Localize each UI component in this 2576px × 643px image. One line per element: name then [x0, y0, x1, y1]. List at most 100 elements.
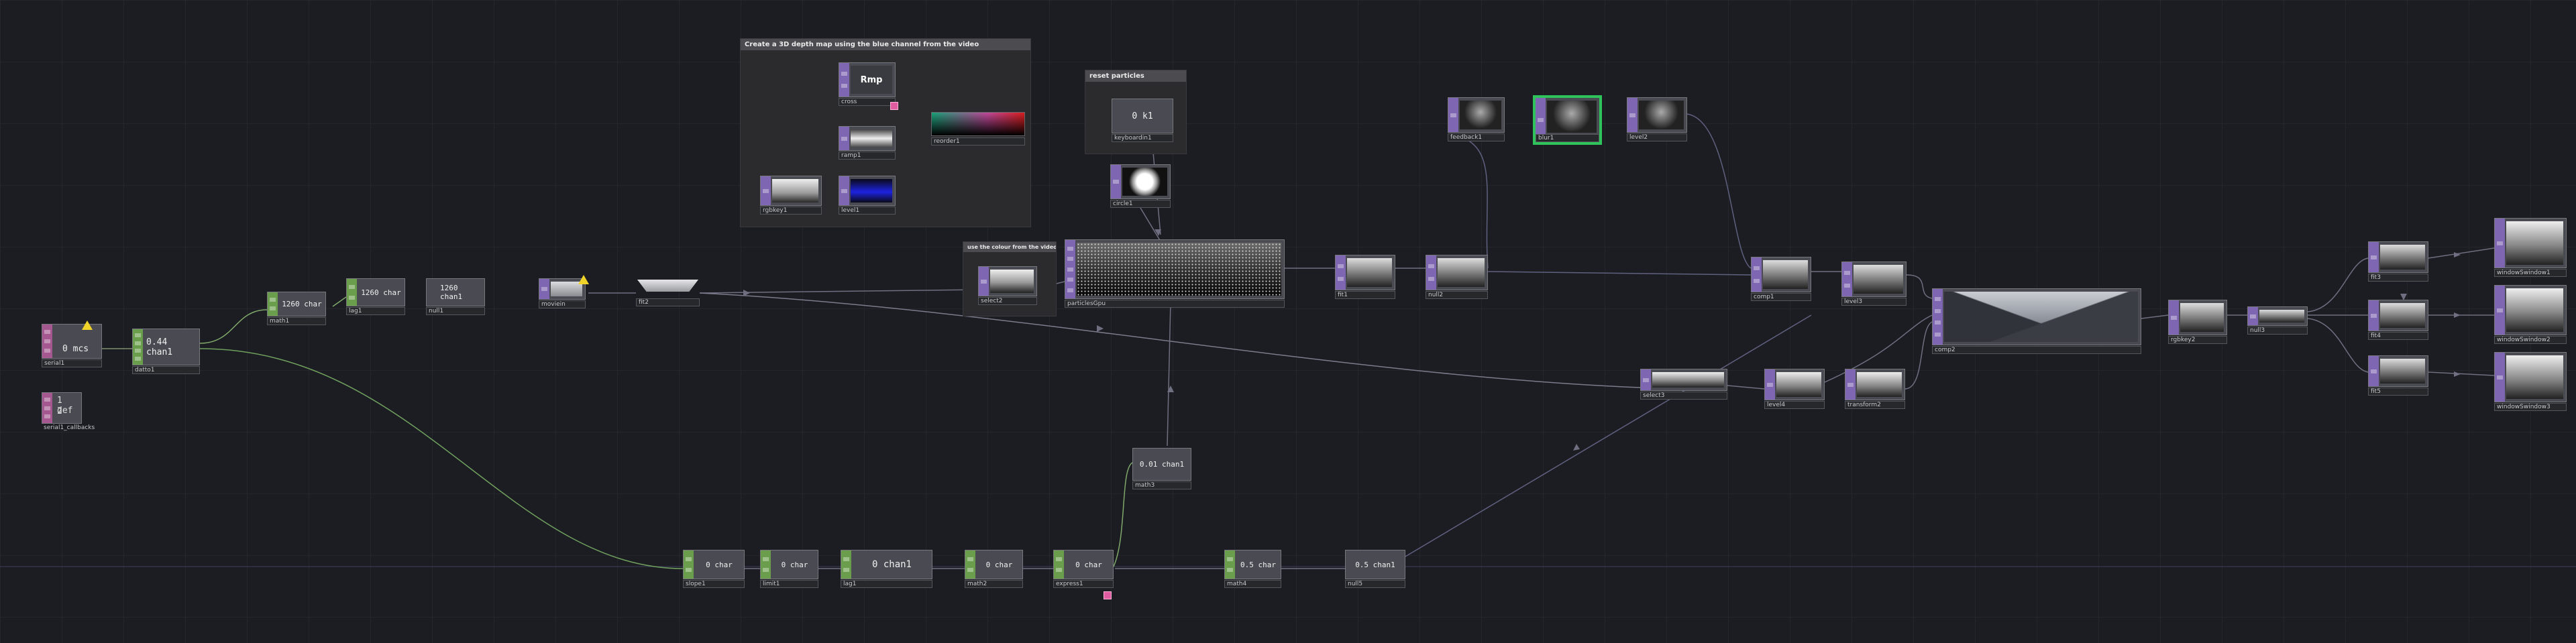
node-blur1[interactable]: blur1	[1533, 95, 1602, 145]
node-type-strip	[965, 550, 975, 579]
node-transform2[interactable]: transform2	[1845, 369, 1905, 409]
node-null3[interactable]: null3	[2247, 306, 2308, 335]
node-serial1-callbacks[interactable]: 1 def 2 serial1_callbacks	[42, 392, 117, 432]
node-comp2[interactable]: comp2	[1932, 288, 2141, 354]
node-label: keyboardin1	[1112, 134, 1173, 142]
node-value: 0.5 char	[1240, 560, 1276, 569]
node-label: reorder1	[931, 137, 1025, 145]
ramp-preview	[851, 129, 892, 148]
wire-math1-lag1	[332, 296, 347, 307]
node-math1[interactable]: 1260 char math1	[267, 292, 326, 325]
wire-null3-fit5	[2307, 318, 2369, 373]
video-preview	[1857, 372, 1902, 397]
node-type-strip	[1627, 98, 1638, 132]
node-value: 0.44 chan1	[146, 337, 173, 357]
node-limit1[interactable]: 0 char limit1	[760, 550, 818, 588]
warning-icon	[82, 320, 93, 330]
video-preview	[2180, 303, 2224, 332]
node-fit3[interactable]: fit3	[2368, 241, 2428, 282]
node-type-strip	[1845, 369, 1856, 400]
node-feedback1[interactable]: feedback1	[1448, 97, 1505, 141]
wire-select3-level4	[1727, 385, 1765, 390]
network-editor[interactable]: Create a 3D depth map using the blue cha…	[0, 0, 2576, 643]
node-label: ramp1	[839, 152, 896, 160]
wire-arrow	[1573, 444, 1580, 451]
node-type-strip	[268, 292, 278, 316]
node-label: slope1	[683, 580, 745, 588]
node-label: fit4	[2368, 332, 2428, 340]
wire-fit5-window3	[2428, 371, 2495, 376]
node-label: serial1	[42, 359, 102, 367]
node-label: select2	[978, 297, 1037, 305]
node-slope1[interactable]: 0 char slope1	[683, 550, 745, 588]
wire-level2-comp1	[1686, 113, 1752, 269]
node-math4[interactable]: 0.5 char math4	[1224, 550, 1281, 588]
node-type-strip	[1054, 550, 1064, 579]
node-express[interactable]: 0 char express1	[1053, 550, 1114, 588]
node-level4[interactable]: level4	[1764, 369, 1825, 409]
node-select2[interactable]: select2	[978, 266, 1037, 305]
node-datto1[interactable]: 0.44 chan1 datto1	[132, 329, 200, 374]
node-label: null1	[426, 307, 485, 315]
wire-null2-comp1	[1487, 271, 1752, 276]
node-level1[interactable]: level1	[839, 176, 896, 215]
node-label: transform2	[1845, 401, 1905, 409]
node-label: lag1	[841, 580, 932, 588]
node-comp1[interactable]: comp1	[1751, 257, 1811, 301]
node-lag1[interactable]: 1260 char lag1	[346, 278, 405, 315]
flag-icon	[890, 102, 898, 110]
video-preview	[2506, 355, 2563, 399]
node-label: limit1	[760, 580, 818, 588]
node-label: serial1_callbacks	[44, 424, 95, 431]
node-type-strip	[1752, 257, 1762, 292]
node-window1[interactable]: windowSwindow1	[2494, 218, 2567, 277]
node-fit5[interactable]: fit5	[2368, 355, 2428, 396]
node-label: fit3	[2368, 274, 2428, 282]
node-ramp1[interactable]: ramp1	[839, 126, 896, 160]
node-lag2[interactable]: 0 chan1 lag1	[841, 550, 932, 588]
node-null5[interactable]: 0.5 chan1 null5	[1345, 550, 1405, 588]
node-label: fit2	[636, 298, 700, 306]
flag-icon	[1104, 591, 1112, 599]
node-serial1[interactable]: 0 mcs serial1	[42, 324, 102, 367]
video-preview	[2259, 310, 2304, 323]
node-type-strip	[839, 63, 849, 97]
node-type-strip	[1336, 255, 1346, 290]
node-particlesGpu[interactable]: particlesGpu	[1065, 239, 1285, 308]
node-rgbkey1[interactable]: rgbkey1	[760, 176, 822, 215]
wire-datto-slope	[199, 348, 684, 569]
video-preview	[2380, 245, 2425, 270]
node-label: express1	[1053, 580, 1114, 588]
node-fit1[interactable]: fit1	[1335, 255, 1395, 299]
annotation-title: use the colour from the video	[963, 242, 1056, 252]
node-reorder1[interactable]: reorder1	[931, 112, 1025, 145]
node-math2[interactable]: 0 char math2	[965, 550, 1023, 588]
node-label: level1	[839, 207, 896, 215]
node-select3[interactable]: select3	[1640, 369, 1727, 400]
node-type-strip	[1765, 369, 1775, 400]
node-label: math4	[1224, 580, 1281, 588]
node-window2[interactable]: windowSwindow2	[2494, 285, 2567, 344]
node-fit4[interactable]: fit4	[2368, 300, 2428, 340]
node-level3[interactable]: level3	[1841, 261, 1907, 306]
node-label: circle1	[1110, 200, 1171, 208]
node-type-strip	[2248, 307, 2258, 325]
node-type-strip	[1111, 165, 1121, 198]
node-type-strip	[1842, 262, 1852, 296]
node-circle1[interactable]: circle1	[1110, 164, 1171, 208]
node-rgbkey2[interactable]: rgbkey2	[2168, 300, 2227, 344]
node-null1[interactable]: 1260 chan1 null1	[426, 278, 485, 315]
node-type-strip	[2369, 300, 2379, 331]
node-label: windowSwindow2	[2494, 336, 2567, 344]
node-null2[interactable]: null2	[1426, 255, 1488, 299]
node-window3[interactable]: windowSwindow3	[2494, 352, 2567, 411]
node-label: comp1	[1751, 293, 1811, 301]
node-type-strip	[1426, 255, 1436, 290]
node-type-strip	[539, 279, 549, 299]
node-fit2[interactable]: fit2	[636, 278, 700, 308]
node-cross[interactable]: Rmp cross	[839, 62, 896, 106]
node-label: math2	[965, 580, 1023, 588]
node-keyboardin1[interactable]: 0 k1 keyboardin1	[1112, 99, 1173, 142]
node-level2[interactable]: level2	[1627, 97, 1687, 141]
node-math3[interactable]: 0.01 chan1 math3	[1132, 448, 1191, 489]
